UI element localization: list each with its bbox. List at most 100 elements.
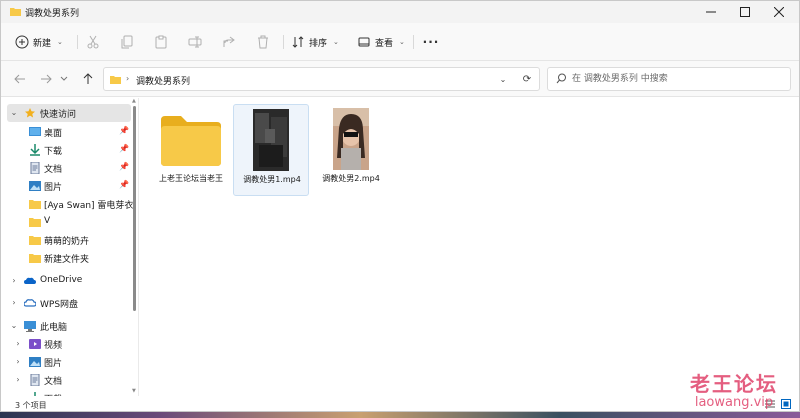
file-item-folder[interactable]: 上老王论坛当老王 xyxy=(153,104,229,196)
up-button[interactable] xyxy=(79,70,97,88)
file-item-video[interactable]: 调教处男1.mp4 xyxy=(233,104,309,196)
desktop-wallpaper xyxy=(0,412,800,418)
computer-icon xyxy=(24,321,36,332)
arrow-right-icon xyxy=(41,74,52,84)
file-item-video[interactable]: 调教处男2.mp4 xyxy=(313,104,389,196)
sidebar-item-label: WPS网盘 xyxy=(40,300,79,310)
recent-locations-button[interactable] xyxy=(59,70,69,88)
pin-icon: 📌 xyxy=(119,126,129,135)
sort-label: 排序 xyxy=(309,38,328,49)
cut-button[interactable] xyxy=(83,32,103,52)
pin-icon: 📌 xyxy=(119,162,129,171)
sidebar-item-this-pc[interactable]: ⌄ 此电脑 xyxy=(7,317,131,335)
scroll-up-arrow[interactable]: ▲ xyxy=(132,98,136,104)
sidebar-item-pictures[interactable]: › 图片 xyxy=(7,353,131,371)
status-bar: 3 个项目 xyxy=(1,396,799,411)
sidebar-item-documents[interactable]: 文档 📌 xyxy=(7,159,131,177)
paste-button[interactable] xyxy=(151,32,171,52)
item-count: 3 个项目 xyxy=(15,401,47,410)
share-button[interactable] xyxy=(219,32,239,52)
chevron-down-icon xyxy=(60,76,68,81)
sidebar-item-label: V xyxy=(44,216,51,226)
watermark: 老王论坛 laowang.vip xyxy=(690,368,778,410)
arrow-left-icon xyxy=(14,74,25,84)
sidebar-item-label: 图片 xyxy=(44,359,63,369)
chevron-down-icon: ⌄ xyxy=(57,38,63,46)
sidebar-item-pictures[interactable]: 图片 📌 xyxy=(7,177,131,195)
scroll-down-arrow[interactable]: ▼ xyxy=(132,388,136,394)
large-icons-view-icon[interactable] xyxy=(781,399,791,409)
sidebar-scrollbar-thumb[interactable] xyxy=(133,106,136,311)
folder-icon xyxy=(29,236,41,245)
sidebar-item-label: 萌萌的奶卉 xyxy=(44,237,90,247)
folder-icon xyxy=(10,8,21,16)
download-icon xyxy=(30,144,40,156)
file-name: 调教处男1.mp4 xyxy=(243,175,301,184)
navigation-pane: ⌄ 快速访问 桌面 📌 下载 📌 文档 📌 图片 📌 [Aya Swan] 雷电… xyxy=(1,98,138,396)
arrow-up-icon xyxy=(83,73,93,84)
back-button[interactable] xyxy=(11,70,29,88)
file-list-pane[interactable]: 上老王论坛当老王 调教处男1.mp4 调教处男2.mp4 xyxy=(139,98,799,396)
sidebar-item-wps[interactable]: › WPS网盘 xyxy=(7,294,131,312)
document-icon xyxy=(30,374,40,386)
sidebar-item-documents[interactable]: › 文档 xyxy=(7,371,131,389)
paste-icon xyxy=(155,35,167,49)
sidebar-item-folder[interactable]: [Aya Swan] 雷电芽衣·] xyxy=(7,195,136,213)
search-icon xyxy=(556,73,566,84)
sidebar-item-label: 新建文件夹 xyxy=(44,255,90,265)
folder-icon xyxy=(29,218,41,227)
share-icon xyxy=(223,36,235,47)
cloud-icon xyxy=(24,299,36,307)
watermark-subtitle: laowang.vip xyxy=(694,395,774,410)
search-input[interactable] xyxy=(572,70,782,88)
maximize-icon xyxy=(740,7,750,17)
sidebar-item-videos[interactable]: › 视频 xyxy=(7,335,131,353)
sidebar-item-label: 视频 xyxy=(44,341,63,351)
divider xyxy=(413,35,414,49)
sidebar-item-onedrive[interactable]: › OneDrive xyxy=(7,272,131,290)
copy-button[interactable] xyxy=(117,32,137,52)
new-label: 新建 xyxy=(33,38,52,49)
refresh-button[interactable]: ⟳ xyxy=(520,72,534,86)
sidebar-item-quick-access[interactable]: ⌄ 快速访问 xyxy=(7,104,131,122)
chevron-right-icon[interactable]: › xyxy=(13,375,23,384)
view-button[interactable]: 查看 ⌄ xyxy=(357,32,405,52)
minimize-button[interactable] xyxy=(695,1,727,23)
title-bar[interactable]: 调教处男系列 xyxy=(1,1,799,23)
delete-icon xyxy=(258,35,268,49)
chevron-down-icon[interactable]: ⌄ xyxy=(9,321,19,330)
new-button[interactable]: 新建 ⌄ xyxy=(15,32,63,52)
close-button[interactable] xyxy=(763,1,795,23)
rename-button[interactable] xyxy=(185,32,205,52)
maximize-button[interactable] xyxy=(729,1,761,23)
sidebar-item-downloads[interactable]: 下载 📌 xyxy=(7,141,131,159)
sidebar-item-folder[interactable]: V xyxy=(7,213,131,231)
chevron-down-icon[interactable]: ⌄ xyxy=(9,108,19,117)
search-box[interactable] xyxy=(547,67,791,91)
sidebar-item-downloads[interactable]: › 下载 xyxy=(7,389,131,396)
watermark-title: 老王论坛 xyxy=(690,372,778,396)
forward-button[interactable] xyxy=(37,70,55,88)
cut-icon xyxy=(87,35,99,49)
star-icon xyxy=(25,108,35,118)
chevron-right-icon[interactable]: › xyxy=(13,339,23,348)
more-options-button[interactable]: ··· xyxy=(421,32,441,52)
chevron-right-icon[interactable]: › xyxy=(9,298,19,307)
rename-icon xyxy=(188,36,202,48)
chevron-right-icon[interactable]: › xyxy=(13,357,23,366)
sidebar-item-folder[interactable]: 新建文件夹 xyxy=(7,249,131,267)
copy-icon xyxy=(121,35,133,49)
file-name: 上老王论坛当老王 xyxy=(159,174,223,183)
chevron-down-icon: ⌄ xyxy=(399,38,405,46)
sidebar-item-label: 此电脑 xyxy=(40,323,68,333)
delete-button[interactable] xyxy=(253,32,273,52)
sidebar-item-desktop[interactable]: 桌面 📌 xyxy=(7,123,131,141)
folder-icon xyxy=(29,200,41,209)
address-dropdown-button[interactable]: ⌄ xyxy=(496,72,510,86)
address-path[interactable]: 调教处男系列 xyxy=(136,74,190,87)
chevron-right-icon[interactable]: › xyxy=(9,276,19,285)
address-bar[interactable]: › 调教处男系列 ⌄ ⟳ xyxy=(103,67,540,91)
sort-button[interactable]: 排序 ⌄ xyxy=(291,32,339,52)
sidebar-item-label: [Aya Swan] 雷电芽衣·] xyxy=(44,201,136,211)
sidebar-item-folder[interactable]: 萌萌的奶卉 xyxy=(7,231,131,249)
